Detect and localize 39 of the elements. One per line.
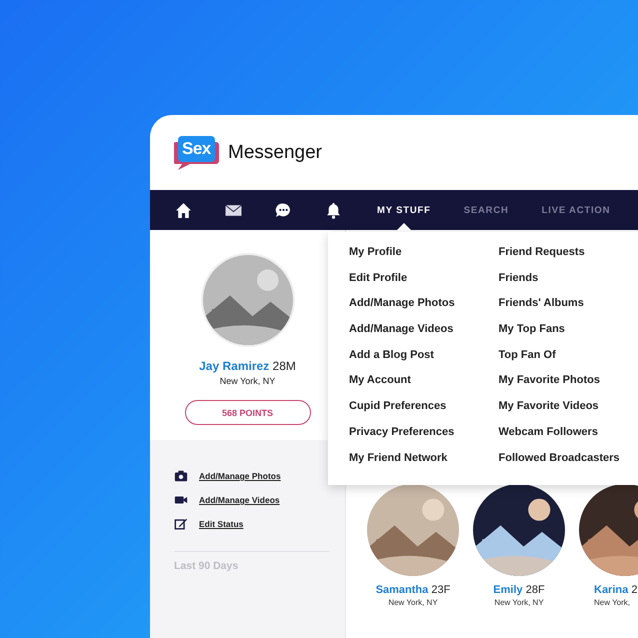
menu-item[interactable]: My Favorite Photos: [498, 373, 638, 400]
nav-tab[interactable]: SEARCH: [464, 190, 509, 230]
member-name[interactable]: Emily 28F: [493, 584, 545, 596]
member-name[interactable]: Samantha 23F: [376, 584, 450, 596]
camera-icon: [174, 469, 188, 483]
menu-item[interactable]: Webcam Followers: [498, 424, 638, 450]
chat-icon[interactable]: [275, 202, 292, 218]
edit-icon: [174, 517, 188, 531]
menu-item[interactable]: My Profile: [349, 245, 498, 271]
menu-item[interactable]: Friend Requests: [498, 245, 638, 271]
menu-item[interactable]: Cupid Preferences: [349, 399, 498, 425]
menu-item[interactable]: My Account: [349, 373, 498, 400]
logo-text: Messenger: [228, 142, 322, 164]
menu-item[interactable]: My Top Fans: [498, 322, 638, 348]
menu-item[interactable]: Privacy Preferences: [349, 424, 498, 450]
menu-item[interactable]: Friends' Albums: [498, 296, 638, 322]
menu-item[interactable]: Friends: [498, 270, 638, 296]
member-location: New York, NY: [388, 598, 438, 607]
home-icon[interactable]: [175, 202, 192, 218]
menu-item[interactable]: Add a Blog Post: [349, 348, 498, 374]
profile-name: Jay Ramirez 28M: [199, 359, 296, 373]
sidebar-link[interactable]: Edit Status: [199, 519, 244, 529]
member-location: New York, NY: [494, 598, 544, 607]
menu-item[interactable]: Edit Profile: [349, 270, 498, 296]
menu-item[interactable]: Add/Manage Videos: [349, 322, 498, 348]
sidebar-link[interactable]: Add/Manage Photos: [199, 471, 281, 481]
member-name[interactable]: Karina 2: [594, 584, 638, 596]
menu-item[interactable]: My Friend Network: [349, 450, 498, 476]
sidebar-link[interactable]: Add/Manage Videos: [199, 495, 280, 505]
profile-location: New York, NY: [220, 376, 276, 386]
nav-tab[interactable]: LIVE ACTION: [542, 190, 610, 230]
bell-icon[interactable]: [325, 202, 342, 218]
menu-item[interactable]: Add/Manage Photos: [349, 296, 498, 322]
logo-badge: Sex: [178, 136, 215, 162]
menu-item[interactable]: Followed Broadcasters: [498, 450, 638, 476]
points-button[interactable]: 568 POINTS: [184, 400, 310, 425]
menu-item[interactable]: Top Fan Of: [498, 348, 638, 374]
menu-item[interactable]: My Favorite Videos: [498, 399, 638, 425]
member-location: New York,: [594, 598, 630, 607]
